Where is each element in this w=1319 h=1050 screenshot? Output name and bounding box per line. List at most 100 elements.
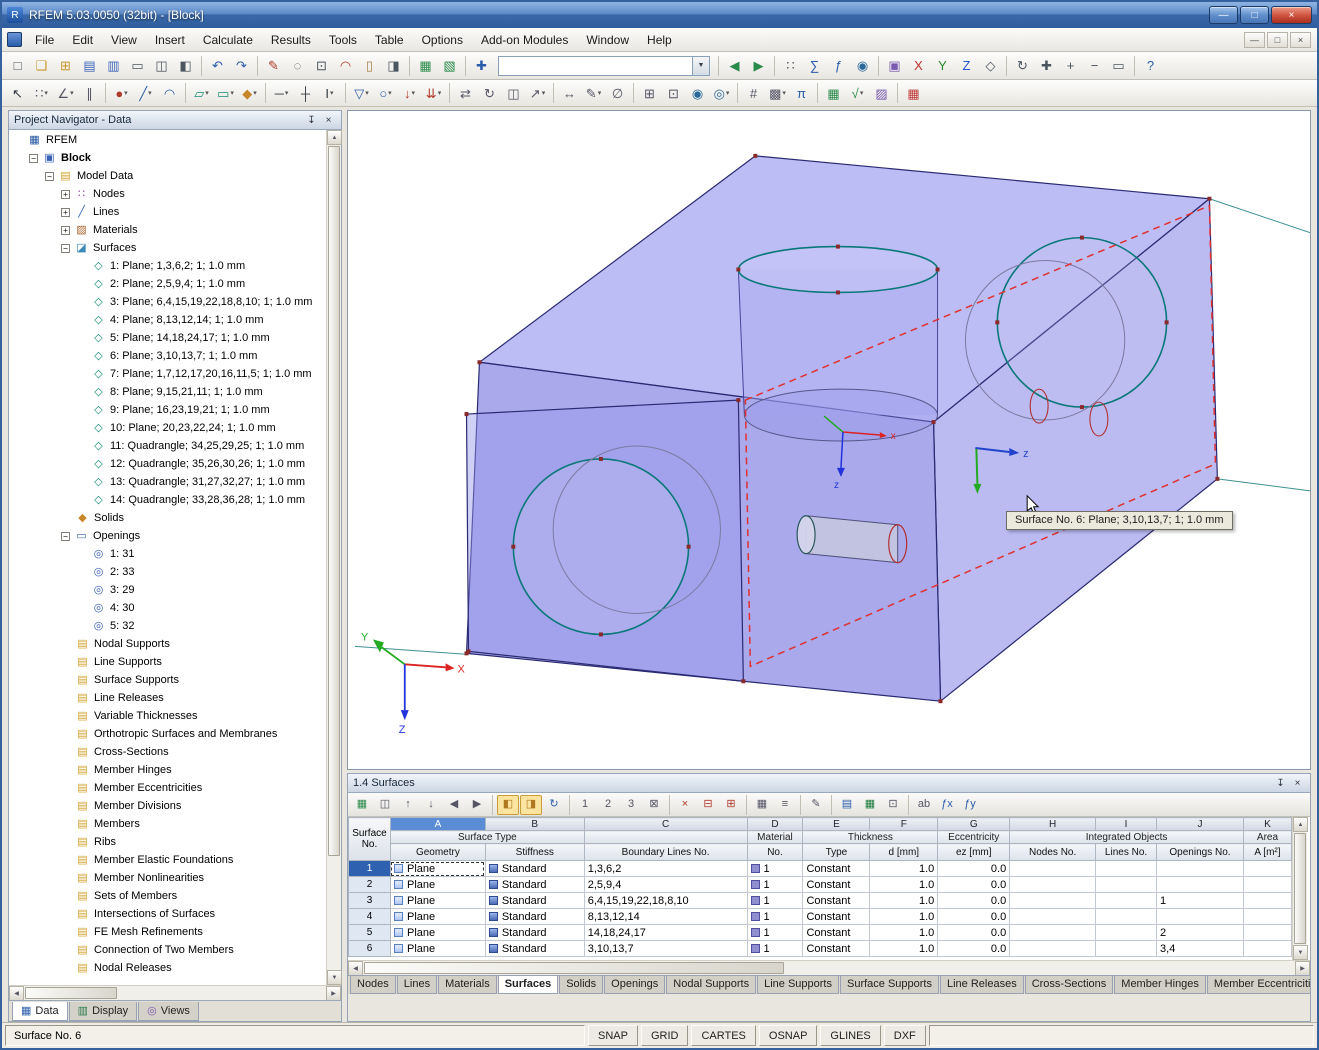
close-button[interactable]: ×: [1271, 6, 1312, 24]
copy-picture-button[interactable]: ◫: [150, 55, 173, 77]
column-letter-E[interactable]: E: [803, 818, 870, 831]
table-cell[interactable]: Standard: [485, 941, 584, 957]
new-node-button[interactable]: ●▾: [110, 82, 133, 104]
table-tab-surfaces[interactable]: Surfaces: [498, 976, 558, 994]
tree-item-sets-of-members[interactable]: ▤Sets of Members: [9, 887, 326, 905]
formula-fx-button[interactable]: ƒx: [936, 795, 958, 815]
table-cell[interactable]: 1: [747, 909, 803, 925]
table-cell[interactable]: 1,3,6,2: [584, 861, 747, 877]
table-cell[interactable]: 14,18,24,17: [584, 925, 747, 941]
table-cell[interactable]: [1243, 877, 1291, 893]
menu-file[interactable]: File: [26, 30, 63, 50]
table-cell[interactable]: 1: [747, 861, 803, 877]
tree-item-3-plane-6-4-15-19-22-18-8-10-1-1-0-mm[interactable]: ◇3: Plane; 6,4,15,19,22,18,8,10; 1; 1.0 …: [9, 293, 326, 311]
excel-export-button[interactable]: ▦: [859, 795, 881, 815]
table-cell[interactable]: 2: [1157, 925, 1244, 941]
table-cell[interactable]: [1010, 941, 1096, 957]
navigator-tab-views[interactable]: ◎Views: [138, 1002, 199, 1021]
mdi-restore-button[interactable]: □: [1267, 32, 1288, 48]
table-cell[interactable]: [1010, 877, 1096, 893]
snap-arc-button[interactable]: ◠: [334, 55, 357, 77]
tree-item-nodal-releases[interactable]: ▤Nodal Releases: [9, 959, 326, 977]
member-division-button[interactable]: ┼: [294, 82, 317, 104]
menu-view[interactable]: View: [102, 30, 146, 50]
goto-2-button[interactable]: 2: [597, 795, 619, 815]
status-toggle-cartes[interactable]: CARTES: [691, 1025, 755, 1046]
table-cell[interactable]: [1243, 941, 1291, 957]
table-cell[interactable]: 1.0: [870, 877, 938, 893]
column-letter-G[interactable]: G: [938, 818, 1010, 831]
table-cell[interactable]: [1010, 893, 1096, 909]
collapse-expander-icon[interactable]: −: [61, 244, 70, 253]
formula-fy-button[interactable]: ƒy: [959, 795, 981, 815]
visibility-button[interactable]: ◉: [851, 55, 874, 77]
tree-item-surface-supports[interactable]: ▤Surface Supports: [9, 671, 326, 689]
table-cell[interactable]: 1.0: [870, 941, 938, 957]
table-cell[interactable]: [1096, 909, 1157, 925]
mdi-close-button[interactable]: ×: [1290, 32, 1311, 48]
pan-view-button[interactable]: ✚: [1035, 55, 1058, 77]
collapse-expander-icon[interactable]: −: [45, 172, 54, 181]
new-member-button[interactable]: ─▾: [270, 82, 293, 104]
user-view-button[interactable]: ◎▾: [710, 82, 733, 104]
print-preview-button[interactable]: ◧: [174, 55, 197, 77]
new-opening-button[interactable]: ▭▾: [214, 82, 237, 104]
table-cell[interactable]: 0.0: [938, 893, 1010, 909]
table-cell[interactable]: Standard: [485, 925, 584, 941]
model-3d-scene[interactable]: X Y Z x: [348, 111, 1310, 769]
zoom-in-button[interactable]: +: [1059, 55, 1082, 77]
table-tab-line-supports[interactable]: Line Supports: [757, 976, 839, 994]
table-view-button[interactable]: ▦: [751, 795, 773, 815]
table-tab-lines[interactable]: Lines: [397, 976, 437, 994]
tree-item-member-nonlinearities[interactable]: ▤Member Nonlinearities: [9, 869, 326, 887]
select-all-button[interactable]: ⊞: [638, 82, 661, 104]
model-check-button[interactable]: √▾: [846, 82, 869, 104]
table-cell[interactable]: 0.0: [938, 877, 1010, 893]
row-up-button[interactable]: ↑: [397, 795, 419, 815]
table-tab-materials[interactable]: Materials: [438, 976, 497, 994]
delete-row-button[interactable]: ×: [674, 795, 696, 815]
table-cell[interactable]: 0.0: [938, 941, 1010, 957]
menu-results[interactable]: Results: [262, 30, 320, 50]
table-tab-member-eccentricities[interactable]: Member Eccentricities: [1207, 976, 1310, 994]
status-toggle-snap[interactable]: SNAP: [588, 1025, 638, 1046]
select-special-button[interactable]: ⊡: [662, 82, 685, 104]
mirror-button[interactable]: ◫: [502, 82, 525, 104]
table-cell[interactable]: [1243, 893, 1291, 909]
row-down-button[interactable]: ↓: [420, 795, 442, 815]
row-header[interactable]: 1: [349, 861, 391, 877]
table-tab-solids[interactable]: Solids: [559, 976, 603, 994]
hinge-button[interactable]: ○▾: [374, 82, 397, 104]
tree-item-8-plane-9-15-21-11-1-1-0-mm[interactable]: ◇8: Plane; 9,15,21,11; 1; 1.0 mm: [9, 383, 326, 401]
table-cell[interactable]: 1: [747, 893, 803, 909]
tree-item-intersections-of-surfaces[interactable]: ▤Intersections of Surfaces: [9, 905, 326, 923]
tree-item-10-plane-20-23-22-24-1-1-0-mm[interactable]: ◇10: Plane; 20,23,22,24; 1; 1.0 mm: [9, 419, 326, 437]
units-button[interactable]: π: [790, 82, 813, 104]
nodal-load-button[interactable]: ↓▾: [398, 82, 421, 104]
tree-item-materials[interactable]: +▨Materials: [9, 221, 326, 239]
tree-item-solids[interactable]: ◆Solids: [9, 509, 326, 527]
table-cell[interactable]: 6,4,15,19,22,18,8,10: [584, 893, 747, 909]
tree-item-nodes[interactable]: +∷Nodes: [9, 185, 326, 203]
tree-item-14-quadrangle-33-28-36-28-1-1-0-mm[interactable]: ◇14: Quadrangle; 33,28,36,28; 1; 1.0 mm: [9, 491, 326, 509]
column-letter-H[interactable]: H: [1010, 818, 1096, 831]
tree-item-member-hinges[interactable]: ▤Member Hinges: [9, 761, 326, 779]
ole-button[interactable]: ⊡: [882, 795, 904, 815]
scroll-left-icon[interactable]: ◀: [9, 986, 24, 1001]
table-cell[interactable]: [1243, 909, 1291, 925]
collapse-expander-icon[interactable]: −: [61, 532, 70, 541]
scroll-right-icon[interactable]: ▶: [326, 986, 341, 1001]
tree-item-12-quadrangle-35-26-30-26-1-1-0-mm[interactable]: ◇12: Quadrangle; 35,26,30,26; 1; 1.0 mm: [9, 455, 326, 473]
refresh-table-button[interactable]: ↻: [543, 795, 565, 815]
column-letter-C[interactable]: C: [584, 818, 747, 831]
scrollbar-thumb[interactable]: [364, 962, 784, 974]
edit-tables-button[interactable]: ▧: [438, 55, 461, 77]
table-cell[interactable]: Plane: [390, 941, 485, 957]
table-cell[interactable]: [1157, 909, 1244, 925]
row-header[interactable]: 3: [349, 893, 391, 909]
table-list-button[interactable]: ≡: [774, 795, 796, 815]
scrollbar-thumb[interactable]: [1294, 833, 1306, 944]
status-toggle-dxf[interactable]: DXF: [884, 1025, 926, 1046]
column-letter-F[interactable]: F: [870, 818, 938, 831]
rotate-view-button[interactable]: ↻: [1011, 55, 1034, 77]
